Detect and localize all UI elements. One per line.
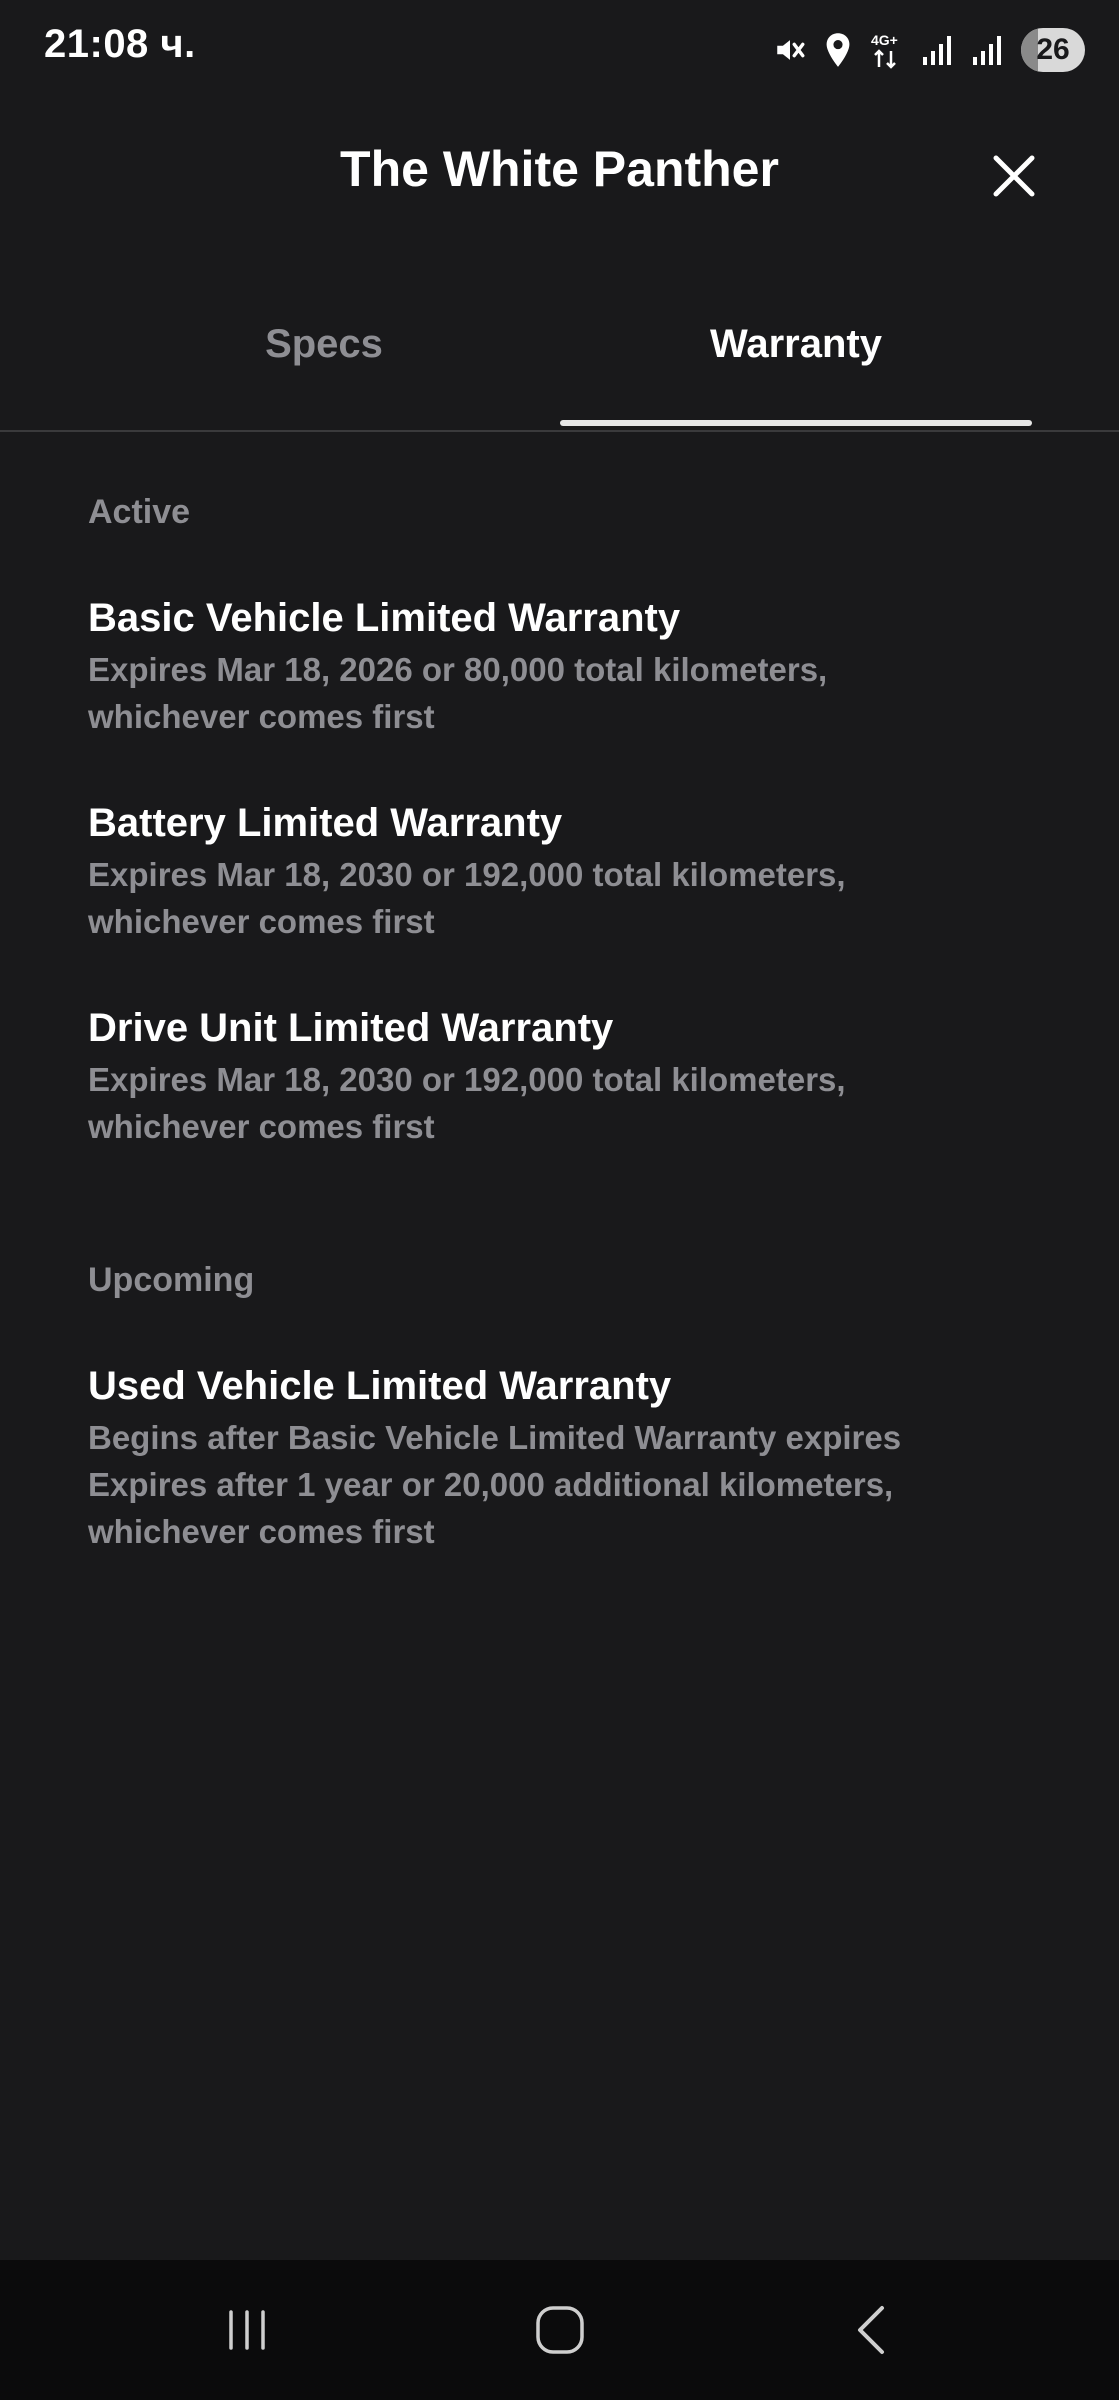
status-icons: 4G+ 26 xyxy=(773,24,1085,76)
warranty-title: Battery Limited Warranty xyxy=(88,801,563,845)
warranty-title: Basic Vehicle Limited Warranty xyxy=(88,596,681,640)
network-4g-icon: 4G+ xyxy=(869,31,905,69)
warranty-description: Begins after Basic Vehicle Limited Warra… xyxy=(88,1419,902,1550)
warranty-description: Expires Mar 18, 2026 or 80,000 total kil… xyxy=(88,651,828,735)
system-nav-bar xyxy=(0,2260,1119,2400)
close-button[interactable] xyxy=(984,146,1044,206)
signal-icon xyxy=(921,33,955,67)
recent-apps-button[interactable] xyxy=(207,2290,287,2370)
warranty-item: Battery Limited Warranty Expires Mar 18,… xyxy=(88,795,1068,945)
home-icon xyxy=(536,2306,584,2354)
status-bar: 21:08 ч. 4G+ 26 xyxy=(0,0,1119,100)
status-time: 21:08 ч. xyxy=(44,22,196,66)
warranty-title: Drive Unit Limited Warranty xyxy=(88,1006,614,1050)
back-button[interactable] xyxy=(832,2290,912,2370)
close-icon xyxy=(993,155,1035,197)
battery-icon: 26 xyxy=(1021,28,1085,72)
tab-warranty[interactable]: Warranty xyxy=(560,300,1032,426)
location-icon xyxy=(823,32,853,68)
active-tab-indicator xyxy=(560,420,1032,426)
mute-icon xyxy=(773,33,807,67)
battery-fill xyxy=(1021,28,1038,72)
back-icon xyxy=(858,2306,884,2354)
page-title: The White Panther xyxy=(340,141,779,197)
tab-specs[interactable]: Specs xyxy=(88,300,560,426)
warranty-item: Basic Vehicle Limited Warranty Expires M… xyxy=(88,590,1068,740)
recent-apps-icon xyxy=(229,2310,265,2350)
tab-bar: Specs Warranty xyxy=(0,300,1119,432)
warranty-item: Drive Unit Limited Warranty Expires Mar … xyxy=(88,1000,1068,1150)
header: The White Panther xyxy=(0,130,1119,220)
warranty-description: Expires Mar 18, 2030 or 192,000 total ki… xyxy=(88,856,846,940)
warranty-title: Used Vehicle Limited Warranty xyxy=(88,1364,672,1408)
warranty-description: Expires Mar 18, 2030 or 192,000 total ki… xyxy=(88,1061,846,1145)
section-label-upcoming: Upcoming xyxy=(88,1261,255,1299)
network-type-label: 4G+ xyxy=(871,32,898,48)
section-label-active: Active xyxy=(88,493,191,531)
home-button[interactable] xyxy=(520,2290,600,2370)
signal-icon xyxy=(971,33,1005,67)
battery-level: 26 xyxy=(1036,33,1070,66)
warranty-item: Used Vehicle Limited Warranty Begins aft… xyxy=(88,1358,1068,1555)
warranty-content: Active Basic Vehicle Limited Warranty Ex… xyxy=(88,490,1068,1555)
